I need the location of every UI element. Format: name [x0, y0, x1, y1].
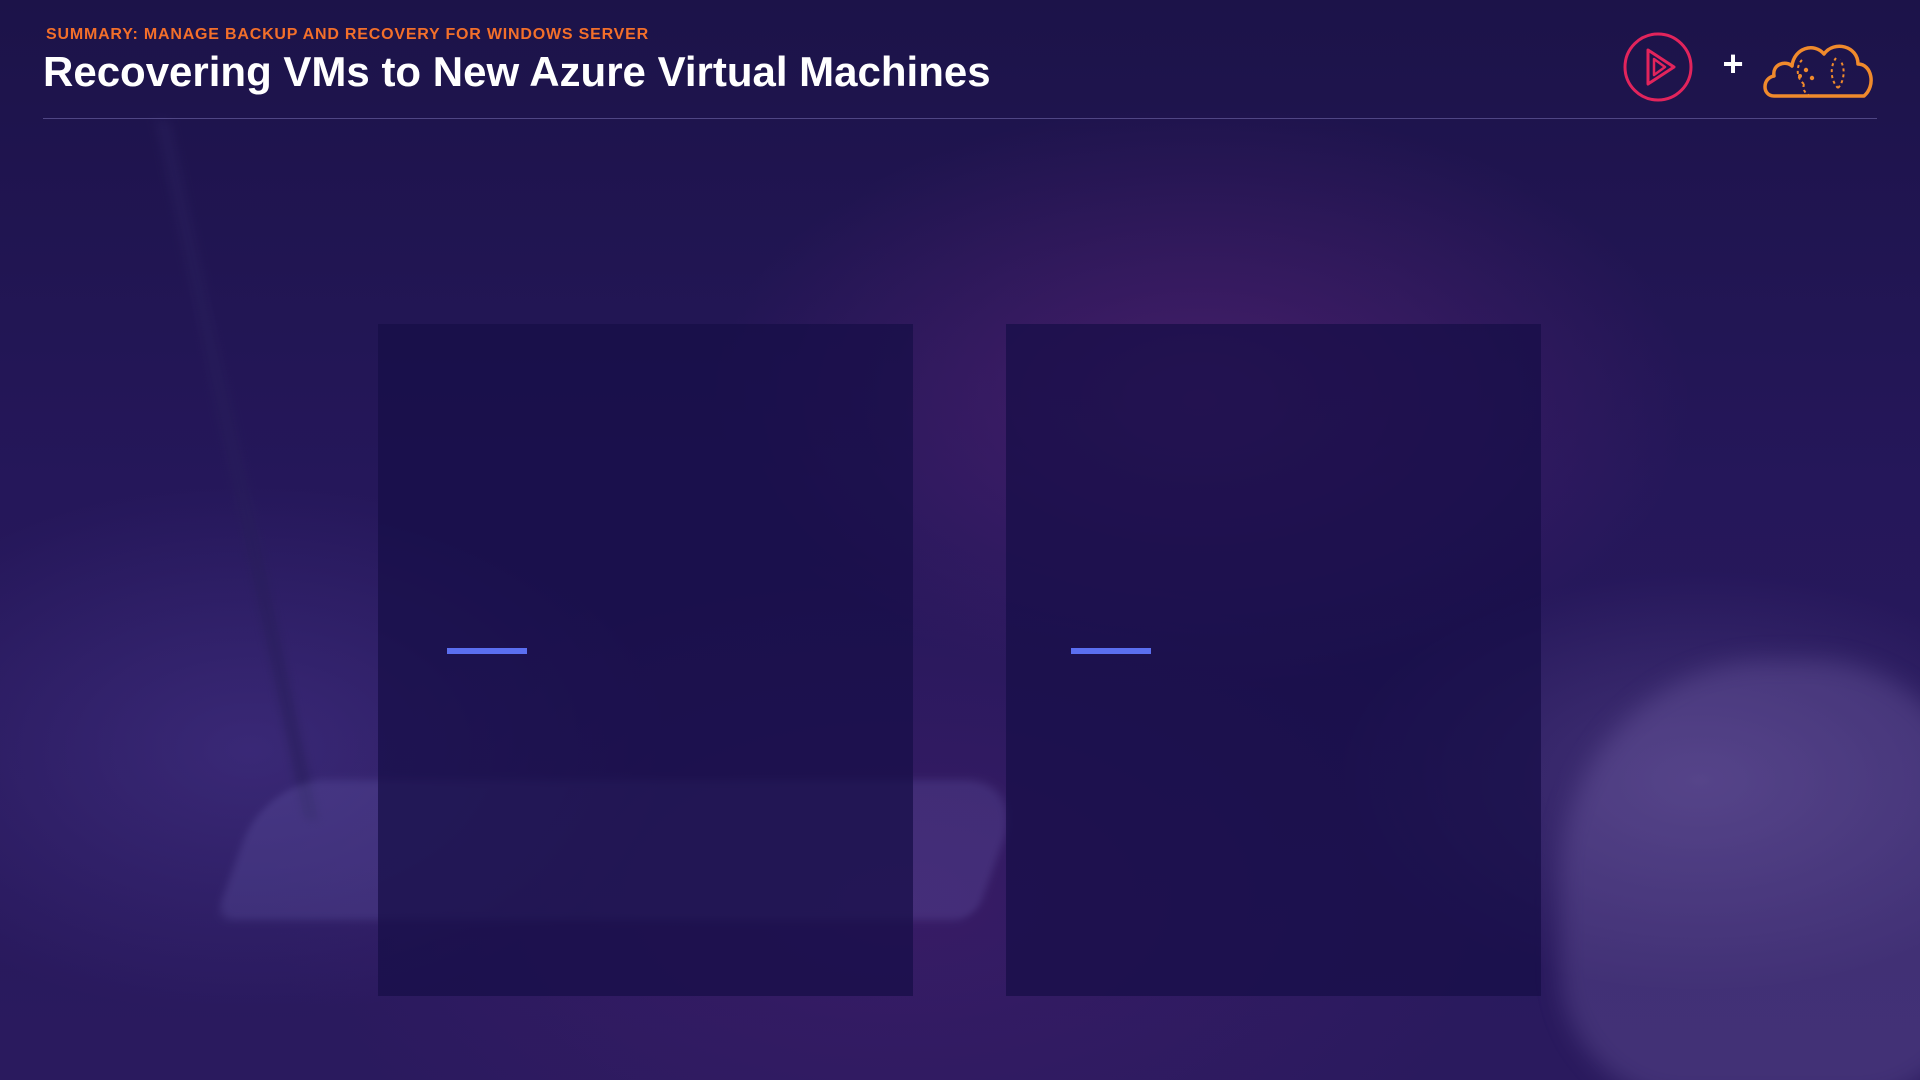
- play-circle-icon: [1623, 32, 1693, 102]
- header-divider: [43, 118, 1877, 119]
- content-panel-right: [1006, 324, 1541, 996]
- background-laptop-screen: [0, 120, 319, 820]
- background-hand: [1560, 660, 1920, 1080]
- section-kicker: SUMMARY: MANAGE BACKUP AND RECOVERY FOR …: [46, 26, 649, 43]
- cloud-brain-icon: [1763, 44, 1873, 98]
- panel-accent-bar: [1071, 648, 1151, 654]
- content-panel-left: [378, 324, 913, 996]
- plus-sign: +: [1722, 43, 1744, 84]
- slide: SUMMARY: MANAGE BACKUP AND RECOVERY FOR …: [0, 0, 1920, 1080]
- page-title: Recovering VMs to New Azure Virtual Mach…: [43, 48, 991, 95]
- panel-accent-bar: [447, 648, 527, 654]
- brand-logos: +: [1620, 30, 1880, 106]
